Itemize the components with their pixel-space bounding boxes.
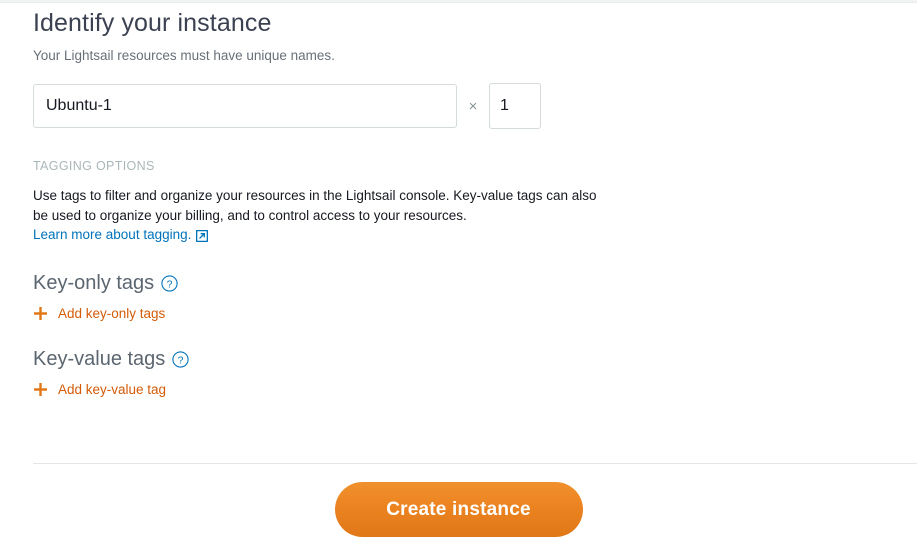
key-value-tags-heading: Key-value tags ?	[33, 347, 917, 371]
key-only-tags-title: Key-only tags	[33, 271, 155, 294]
add-key-only-tags-label: Add key-only tags	[58, 305, 166, 321]
instance-name-input[interactable]	[33, 84, 457, 128]
create-instance-button[interactable]: Create instance	[334, 482, 583, 537]
tagging-description: Use tags to filter and organize your res…	[33, 186, 633, 245]
footer-actions: Create instance	[0, 482, 917, 537]
learn-more-about-tagging-link[interactable]: Learn more about tagging.	[33, 225, 209, 245]
svg-text:?: ?	[167, 278, 173, 290]
page-subtitle: Your Lightsail resources must have uniqu…	[33, 48, 335, 63]
tagging-description-line-1: Use tags to filter and organize your res…	[33, 188, 597, 203]
page-title: Identify your instance	[33, 9, 272, 37]
key-value-tags-title: Key-value tags	[33, 347, 166, 370]
instance-name-row: ×	[33, 83, 917, 129]
multiply-icon: ×	[468, 97, 478, 115]
key-only-tags-heading: Key-only tags ?	[33, 271, 917, 295]
plus-icon-key-value	[33, 382, 48, 397]
add-key-only-tags-link[interactable]: Add key-only tags	[33, 306, 165, 321]
tagging-description-line-2: be used to organize your billing, and to…	[33, 207, 467, 223]
plus-icon-key-only	[33, 306, 48, 321]
svg-text:?: ?	[178, 354, 184, 366]
help-circle-icon-key-value[interactable]: ?	[172, 351, 189, 368]
add-key-value-tag-label: Add key-value tag	[58, 381, 167, 397]
tagging-options-label: TAGGING OPTIONS	[33, 159, 155, 173]
identify-instance-section: Identify your instance Your Lightsail re…	[0, 0, 917, 397]
footer-divider	[33, 463, 917, 464]
add-key-value-tag-link[interactable]: Add key-value tag	[33, 382, 166, 397]
external-link-icon	[196, 229, 209, 243]
learn-more-label: Learn more about tagging.	[33, 227, 192, 242]
help-circle-icon-key-only[interactable]: ?	[161, 275, 178, 292]
instance-quantity-input[interactable]	[489, 83, 541, 129]
create-instance-page: Identify your instance Your Lightsail re…	[0, 0, 917, 537]
